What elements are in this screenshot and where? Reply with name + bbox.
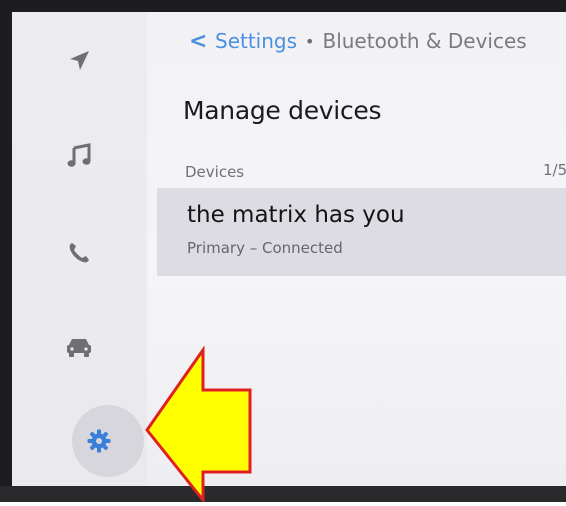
page-title: Manage devices <box>183 96 382 125</box>
display-bezel-top <box>0 0 566 12</box>
back-button[interactable]: < <box>189 29 215 54</box>
display-bezel-left <box>0 0 12 502</box>
sidebar-item-vehicle[interactable] <box>62 330 96 364</box>
breadcrumb-settings-link[interactable]: Settings <box>215 29 297 53</box>
navigation-arrow-icon <box>70 51 89 70</box>
devices-count: 1/5 <box>543 161 566 179</box>
car-icon <box>67 339 91 357</box>
sidebar <box>12 12 147 486</box>
infotainment-screen: < Settings • Bluetooth & Devices Manage … <box>12 12 566 486</box>
device-status: Primary – Connected <box>187 239 343 257</box>
callout-arrow <box>143 345 263 505</box>
phone-icon <box>69 243 89 263</box>
display-bezel-bottom <box>0 486 566 502</box>
sidebar-item-settings[interactable] <box>82 424 116 458</box>
callout-arrow-icon <box>145 345 252 505</box>
breadcrumb-separator: • <box>305 31 315 51</box>
device-name: the matrix has you <box>187 202 405 228</box>
device-list-item[interactable]: the matrix has you Primary – Connected <box>157 188 566 276</box>
breadcrumb: < Settings • Bluetooth & Devices <box>189 26 527 56</box>
screenshot-frame: < Settings • Bluetooth & Devices Manage … <box>0 0 566 505</box>
breadcrumb-current: Bluetooth & Devices <box>322 29 527 53</box>
sidebar-item-phone[interactable] <box>62 236 96 270</box>
music-note-icon <box>67 143 91 167</box>
gear-icon <box>87 429 111 453</box>
devices-section-header: Devices <box>185 163 245 181</box>
sidebar-item-media[interactable] <box>62 139 96 173</box>
sidebar-item-navigation[interactable] <box>62 44 96 78</box>
